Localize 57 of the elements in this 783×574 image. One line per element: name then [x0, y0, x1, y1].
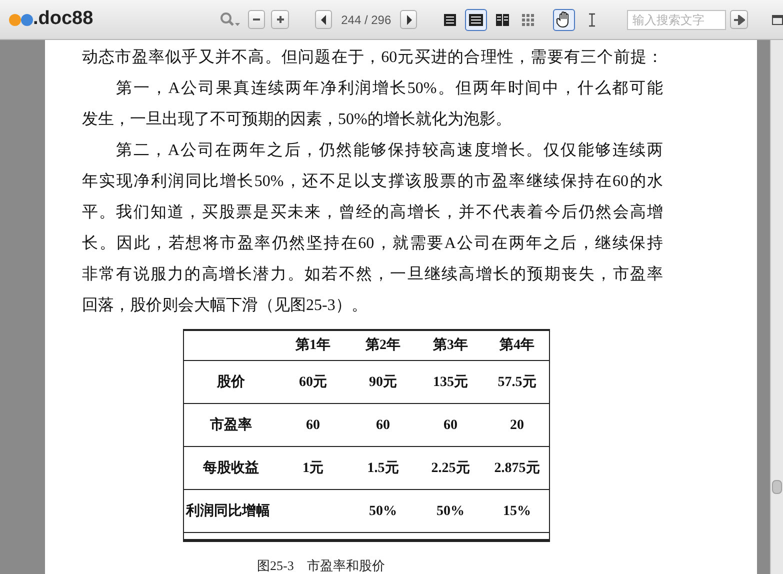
- text-line: 第一，A公司果真连续两年净利润增长50%。但两年时间中，什么都可能: [115, 78, 663, 99]
- two-column-icon: [496, 14, 509, 26]
- left-triangle-icon: [320, 14, 328, 24]
- hand-tool-button[interactable]: [553, 8, 576, 30]
- text-line: 第二，A公司在两年之后，仍然能够保持较高速度增长。仅仅能够连续两: [115, 140, 663, 161]
- logo-text: .doc88: [33, 7, 94, 32]
- grid-icon: [522, 14, 534, 26]
- table-cell-text: 60: [305, 416, 321, 434]
- table-cell-text: 50%: [436, 502, 466, 520]
- table-cell-text: 1.5元: [366, 460, 400, 478]
- table-cell-text: 57.5元: [496, 374, 538, 392]
- table-cell-text: 2.25元: [430, 460, 471, 478]
- table-cell-text: 60: [375, 416, 391, 434]
- search-field[interactable]: 输入搜索文字: [627, 10, 726, 30]
- scrollbar[interactable]: [770, 40, 783, 574]
- table-cell-text: 60元: [298, 374, 328, 392]
- text-line: 非常有说服力的高增长潜力。如若不然，一旦继续高增长的预期丧失，市盈率: [82, 264, 663, 285]
- table-cell-text: 20: [509, 416, 525, 434]
- scrollbar-thumb[interactable]: [772, 480, 782, 494]
- plus-icon: [276, 15, 285, 24]
- page-lines-icon: [444, 14, 456, 26]
- text-line: 长。因此，若想将市盈率仍然坚持在60，就需要A公司在两年之后，继续保持: [82, 234, 663, 254]
- column-header: 第2年: [364, 336, 402, 355]
- table-cell-text: 15%: [502, 502, 532, 520]
- page-indicator: 244 / 296: [340, 12, 392, 28]
- table-cell-text: 2.875元: [493, 460, 541, 478]
- row-header: 市盈率: [209, 416, 253, 434]
- table-cell-text: 1元: [302, 460, 324, 478]
- go-button[interactable]: [730, 10, 748, 29]
- logo-icon: [8, 12, 34, 26]
- text-line: 发生，一旦出现了不可预期的因素，50%的增长就化为泡影。: [82, 110, 512, 130]
- row-header: 每股收益: [202, 459, 260, 478]
- right-arrow-icon: [734, 14, 745, 24]
- previous-page-button[interactable]: [314, 10, 332, 29]
- right-triangle-icon: [404, 14, 413, 24]
- table-cell-text: 60: [442, 416, 458, 434]
- table-cell-text: 50%: [368, 502, 398, 520]
- column-header: 第3年: [432, 336, 469, 355]
- zoom-out-button[interactable]: [248, 10, 266, 29]
- column-header: 第4年: [498, 336, 536, 355]
- search-icon[interactable]: [218, 12, 241, 28]
- text-cursor-icon: [588, 12, 596, 26]
- text-line: 平。我们知道，买股票是买未来，曾经的高增长，并不代表着今后仍然会高增: [82, 202, 663, 223]
- text-line: 回落，股价则会大幅下滑（见图25-3）。: [82, 296, 368, 316]
- table-cell-text: 90元: [368, 374, 398, 392]
- continuous-view-button[interactable]: [465, 8, 488, 30]
- column-header: 第1年: [294, 336, 332, 355]
- wide-page-icon: [469, 14, 484, 26]
- text-line: 动态市盈率似乎又并不高。但问题在于，60元买进的合理性，需要有三个前提：: [82, 48, 663, 68]
- row-header: 利润同比增幅: [184, 502, 271, 520]
- zoom-in-button[interactable]: [271, 10, 289, 29]
- text-line: 年实现净利润同比增长50%，还不足以支撑该股票的市盈率继续保持在60的水: [82, 172, 663, 192]
- next-page-button[interactable]: [400, 10, 418, 29]
- table-cell-text: 135元: [432, 374, 469, 392]
- row-header: 股价: [216, 374, 246, 392]
- window-icon[interactable]: [772, 14, 783, 24]
- figure-caption: 图25-3 市盈率和股价: [257, 557, 386, 574]
